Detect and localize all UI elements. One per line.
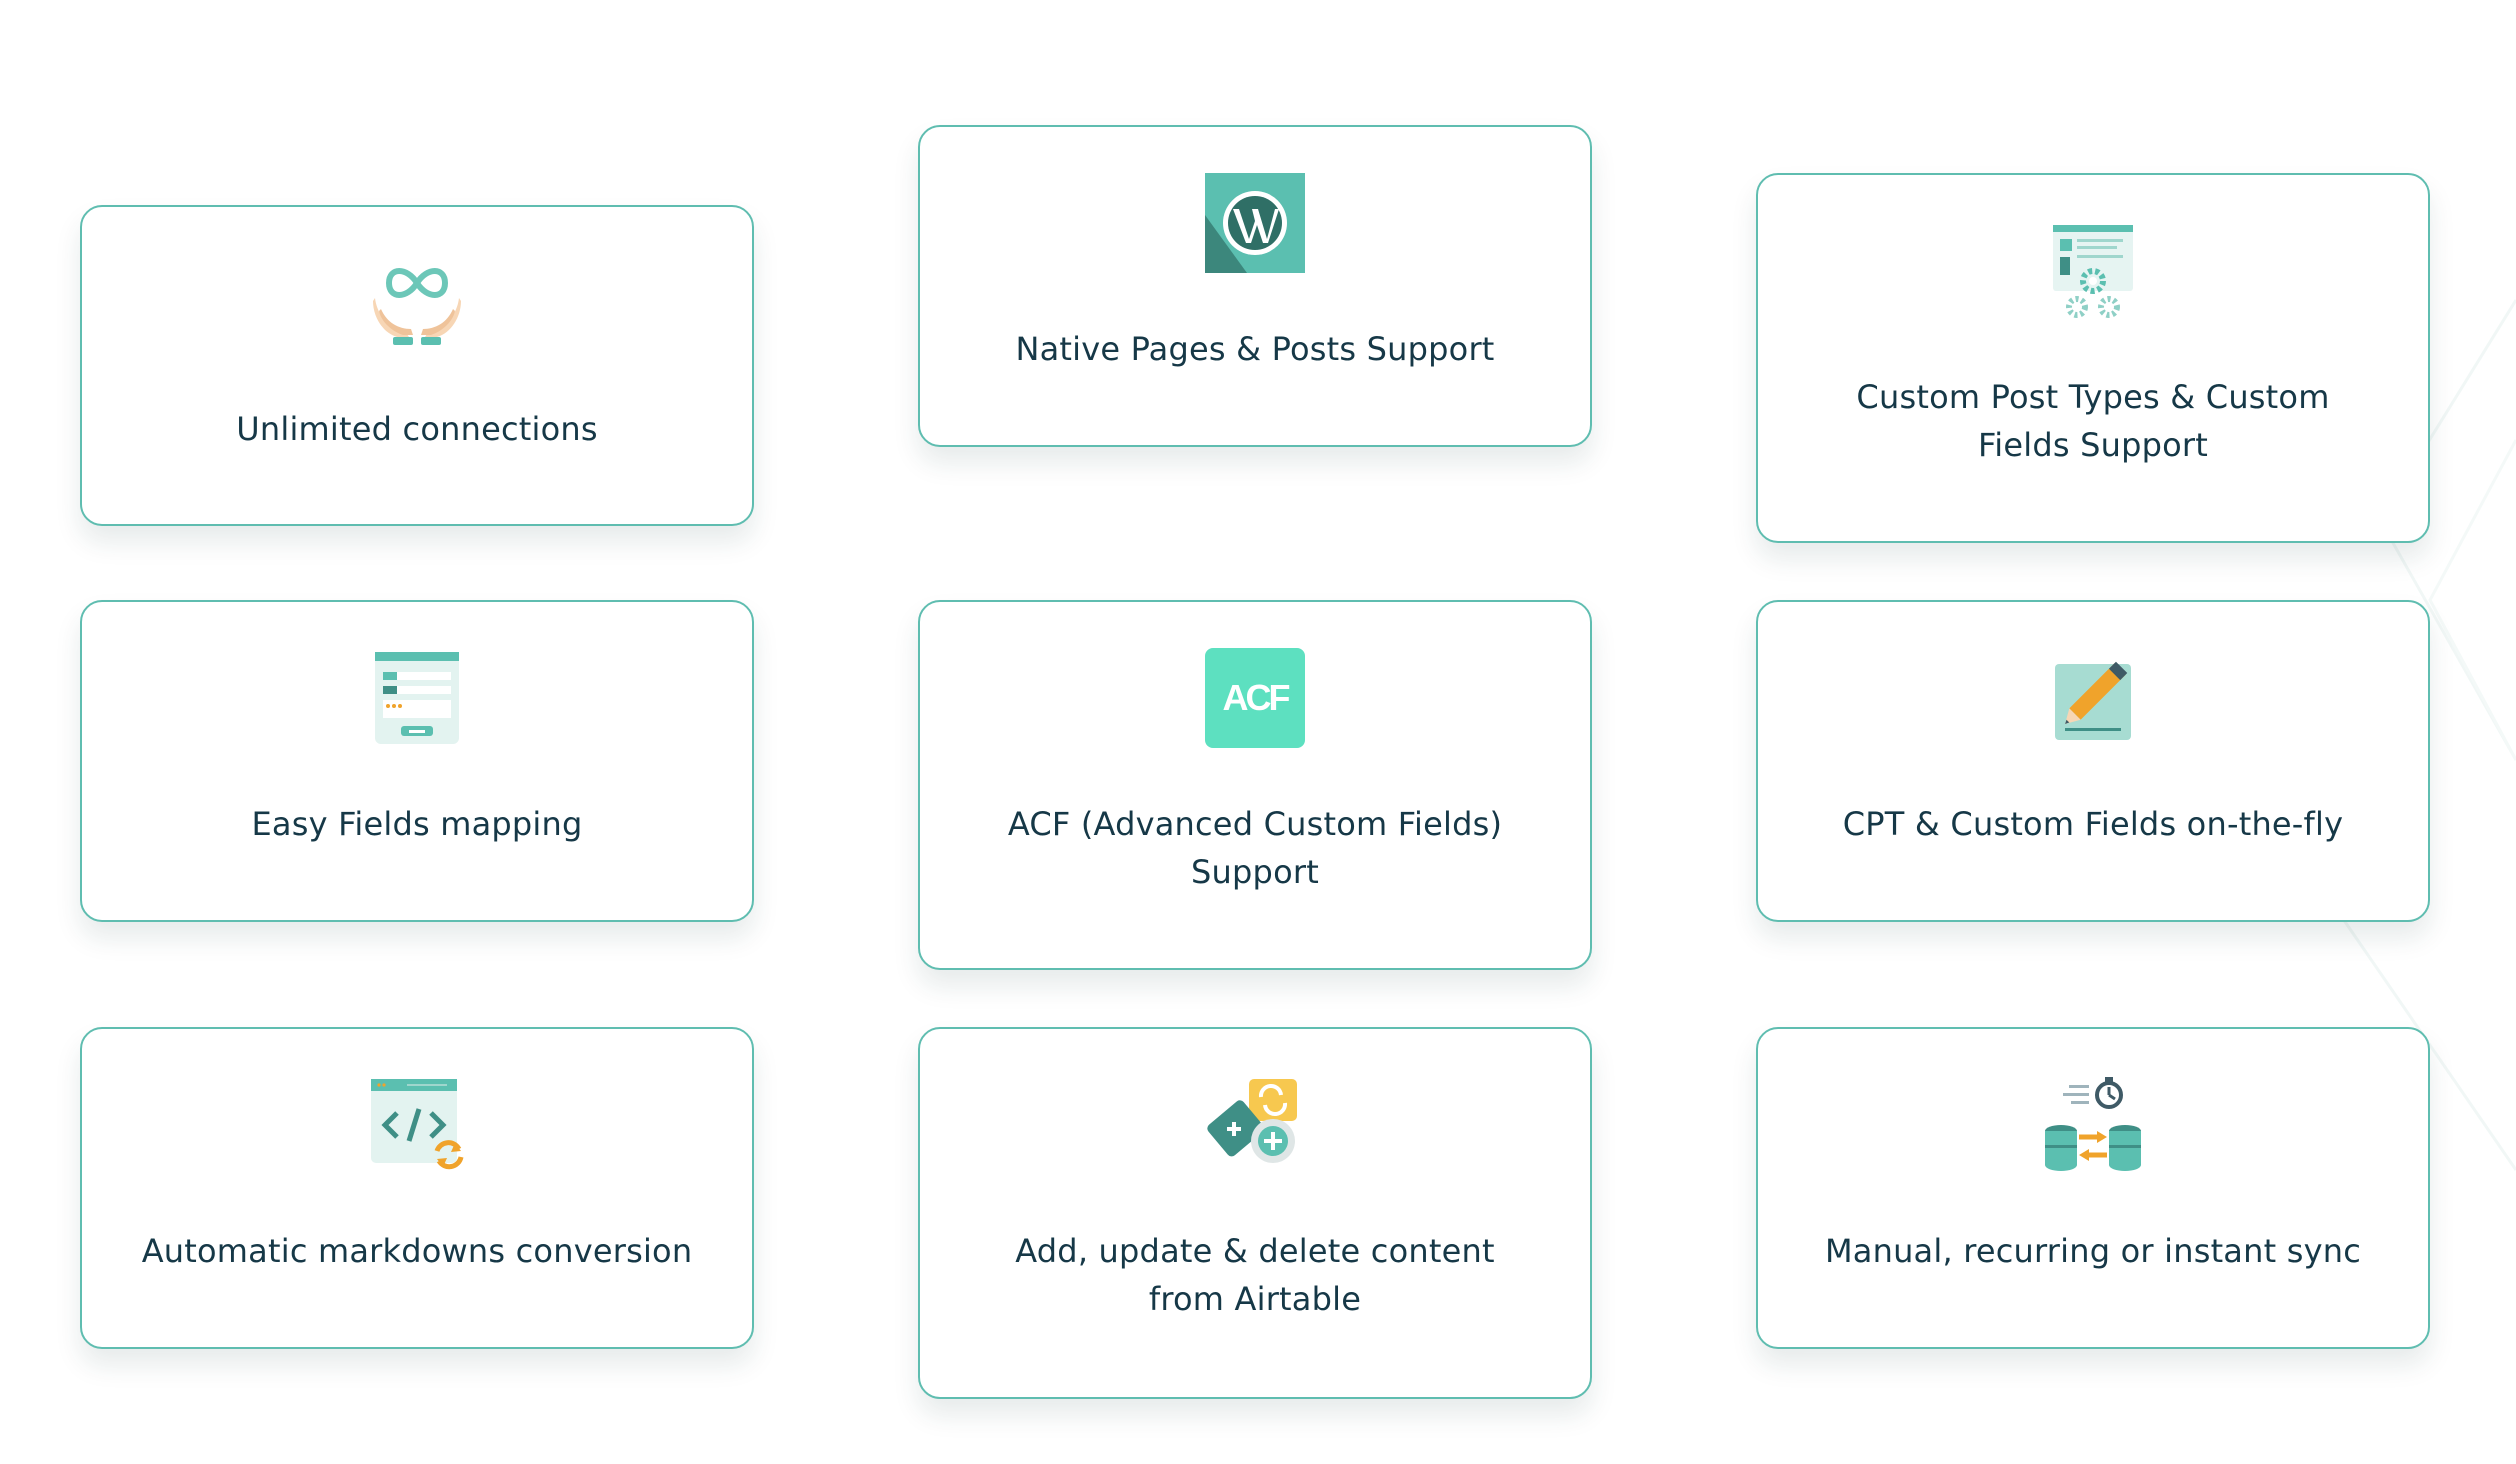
- feature-label: CPT & Custom Fields on-the-fly: [1842, 805, 2344, 843]
- feature-card-fields-mapping: Easy Fields mapping: [80, 600, 754, 922]
- feature-card-acf-support: ACF ACF (Advanced Custom Fields) Support: [918, 600, 1592, 970]
- code-convert-icon: [371, 1079, 464, 1170]
- feature-card-custom-post-types: Custom Post Types & Custom Fields Suppor…: [1756, 173, 2430, 543]
- database-sync-icon: [2045, 1077, 2141, 1171]
- feature-label: Automatic markdowns conversion: [141, 1232, 693, 1270]
- feature-card-cpt-on-the-fly: CPT & Custom Fields on-the-fly: [1756, 600, 2430, 922]
- feature-card-markdown-conversion: Automatic markdowns conversion: [80, 1027, 754, 1349]
- edit-pencil-icon: [2055, 661, 2131, 740]
- feature-label: Add, update & delete content from Airtab…: [1015, 1232, 1495, 1318]
- feature-label: ACF (Advanced Custom Fields) Support: [1007, 805, 1503, 891]
- infinity-hands-icon: [373, 268, 461, 345]
- wordpress-icon: [1205, 173, 1305, 273]
- airtable-content-icon: [1207, 1079, 1297, 1163]
- feature-label: Easy Fields mapping: [251, 805, 583, 843]
- feature-label: Native Pages & Posts Support: [1015, 330, 1495, 368]
- feature-label: Manual, recurring or instant sync: [1824, 1232, 2362, 1270]
- feature-label: Unlimited connections: [236, 410, 598, 448]
- feature-card-sync-options: Manual, recurring or instant sync: [1756, 1027, 2430, 1349]
- feature-card-native-pages-posts: Native Pages & Posts Support: [918, 125, 1592, 447]
- feature-label: Custom Post Types & Custom Fields Suppor…: [1856, 378, 2330, 464]
- svg-text:ACF: ACF: [1223, 677, 1290, 718]
- acf-logo-icon: ACF: [1205, 648, 1305, 748]
- post-settings-gears-icon: [2053, 225, 2133, 318]
- feature-card-airtable-content: Add, update & delete content from Airtab…: [918, 1027, 1592, 1399]
- feature-card-unlimited-connections: Unlimited connections: [80, 205, 754, 526]
- form-fields-icon: [375, 652, 459, 744]
